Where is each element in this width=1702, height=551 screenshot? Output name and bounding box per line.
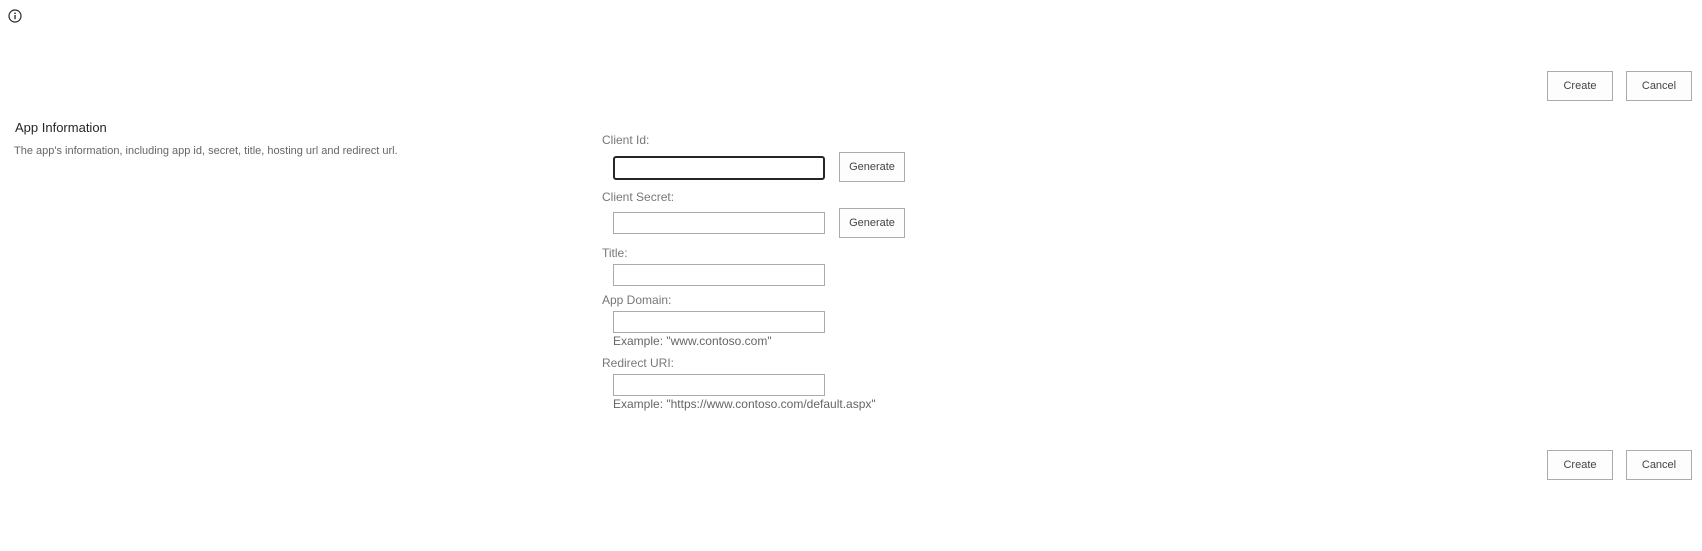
redirect-uri-input[interactable] [613, 374, 825, 396]
cancel-button-bottom[interactable]: Cancel [1626, 450, 1692, 480]
section-description: The app's information, including app id,… [14, 145, 398, 157]
create-button-bottom[interactable]: Create [1547, 450, 1613, 480]
client-id-label: Client Id: [602, 133, 650, 147]
client-secret-label: Client Secret: [602, 190, 675, 204]
client-secret-input[interactable] [613, 212, 825, 234]
create-button-top[interactable]: Create [1547, 71, 1613, 101]
info-icon[interactable] [8, 9, 22, 23]
redirect-uri-label: Redirect URI: [602, 356, 675, 370]
title-input[interactable] [613, 264, 825, 286]
app-domain-label: App Domain: [602, 293, 672, 307]
register-app-page: Create Cancel App Information The app's … [0, 0, 1702, 551]
generate-client-secret-button[interactable]: Generate [839, 208, 905, 238]
client-id-input[interactable] [613, 156, 825, 180]
redirect-uri-example: Example: "https://www.contoso.com/defaul… [613, 397, 876, 411]
generate-client-id-button[interactable]: Generate [839, 152, 905, 182]
app-domain-input[interactable] [613, 311, 825, 333]
app-domain-example: Example: "www.contoso.com" [613, 334, 772, 348]
cancel-button-top[interactable]: Cancel [1626, 71, 1692, 101]
title-label: Title: [602, 246, 628, 260]
section-title: App Information [15, 120, 107, 135]
